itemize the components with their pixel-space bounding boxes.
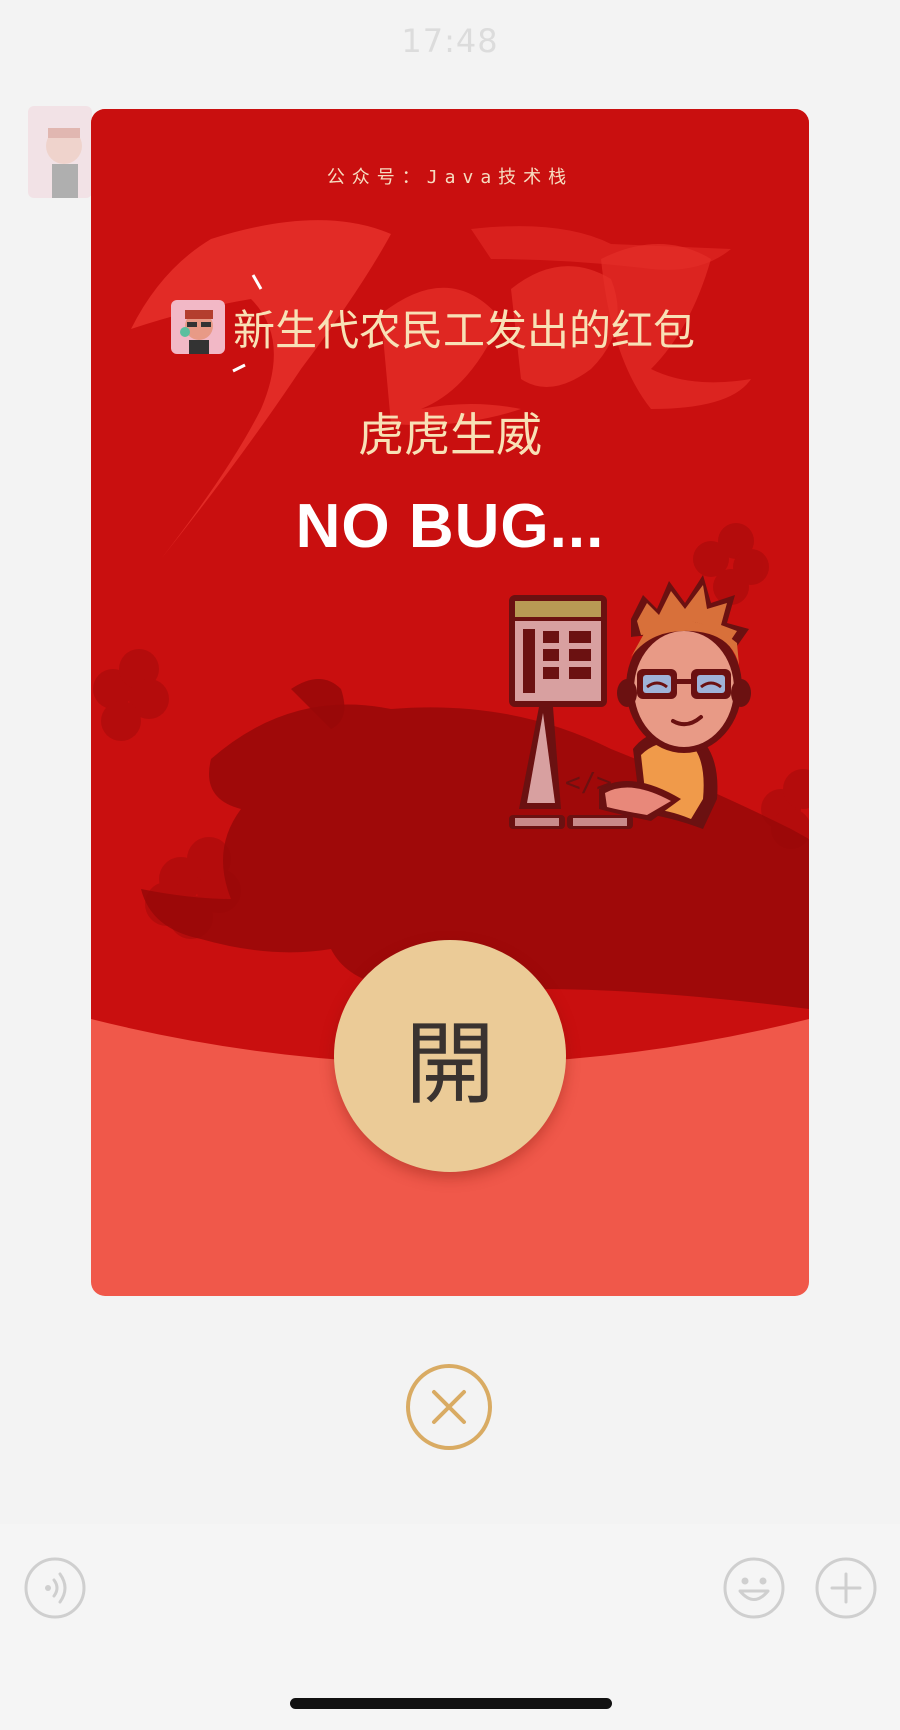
svg-text:</>: </>: [565, 768, 612, 798]
sender-title: 新生代农民工发出的红包: [233, 305, 696, 355]
close-circle-icon: [406, 1364, 492, 1450]
plus-circle-icon: [815, 1557, 877, 1619]
status-time: 17:48: [401, 22, 499, 60]
official-account-label: 公众号：Java技术栈: [326, 167, 574, 188]
sender-avatar: [171, 300, 225, 354]
blessing-text: 虎虎生威: [358, 408, 542, 462]
slogan-text: NO BUG...: [295, 492, 605, 561]
red-packet-card: </> 公众号：Java技术栈 新生代农民工发出的红包 虎虎生威 NO BUG.…: [91, 109, 809, 1296]
close-button[interactable]: [405, 1363, 493, 1451]
voice-icon: [24, 1557, 86, 1619]
more-button[interactable]: [814, 1556, 878, 1620]
sender-row: 新生代农民工发出的红包: [171, 299, 695, 355]
open-red-packet-button[interactable]: 開: [334, 940, 566, 1172]
voice-button[interactable]: [24, 1557, 86, 1619]
home-indicator: [290, 1698, 612, 1709]
emoji-button[interactable]: [722, 1556, 786, 1620]
open-button-label: 開: [405, 1012, 495, 1117]
chat-avatar-background: [28, 106, 92, 198]
emoji-smile-icon: [723, 1557, 785, 1619]
